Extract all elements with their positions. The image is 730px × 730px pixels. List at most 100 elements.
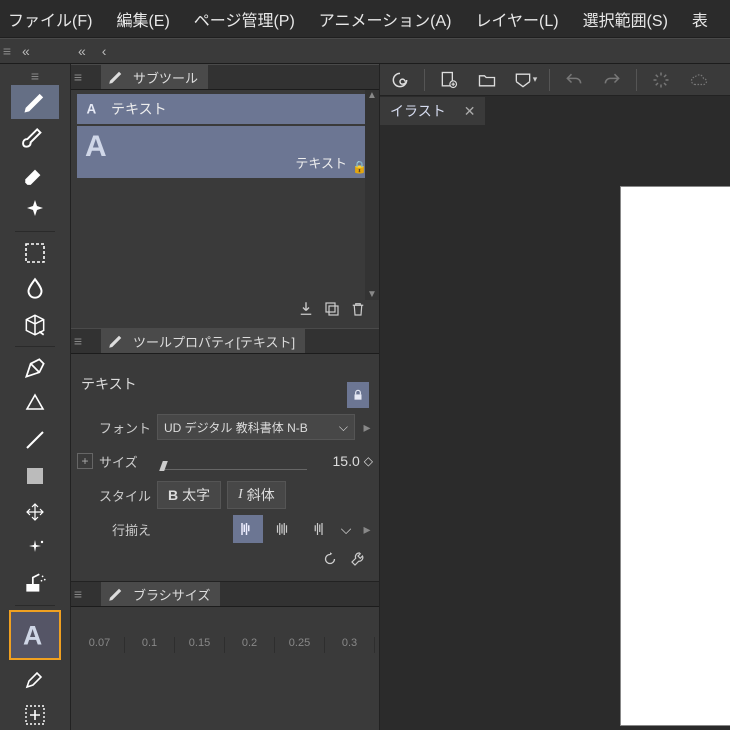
size-stepper-icon[interactable]: ◇ xyxy=(364,454,373,468)
menu-layer[interactable]: レイヤー(L) xyxy=(476,7,559,31)
canvas-page[interactable] xyxy=(620,186,730,726)
brush-size-tab[interactable]: ブラシサイズ xyxy=(101,582,220,606)
brush-tick-0[interactable]: 0.07 xyxy=(75,637,125,653)
brush-handle-icon[interactable]: ≡ xyxy=(71,586,85,602)
subtool-tab-label: サブツール xyxy=(133,68,198,87)
font-label: フォント xyxy=(77,418,151,437)
collapse-left-icon[interactable]: « xyxy=(14,43,70,59)
align-expand-icon[interactable]: ▸ xyxy=(361,521,373,538)
subtool-panel-header: ≡ サブツール xyxy=(71,64,379,90)
property-lock-button[interactable] xyxy=(347,382,369,408)
tool-property-body: テキスト フォント UD デジタル 教科書体 N-B ⌵ ▸ + サイズ 15.… xyxy=(71,354,379,581)
brush-tool[interactable] xyxy=(11,121,59,155)
redo-icon[interactable] xyxy=(598,67,626,93)
subtool-tab[interactable]: サブツール xyxy=(101,65,208,89)
marquee-tool[interactable] xyxy=(11,236,59,270)
align-center-button[interactable] xyxy=(267,515,297,543)
style-label: スタイル xyxy=(77,486,151,505)
italic-button-label: 斜体 xyxy=(247,485,275,505)
size-slider[interactable] xyxy=(161,452,307,470)
dock-handle-icon[interactable]: ≡ xyxy=(0,43,14,59)
trash-icon[interactable] xyxy=(349,300,367,321)
line-tool[interactable] xyxy=(11,423,59,457)
collapse-panels-icon[interactable]: « xyxy=(70,43,94,59)
menu-file[interactable]: ファイル(F) xyxy=(8,7,92,31)
swirl-icon[interactable] xyxy=(386,67,414,93)
align-more-button[interactable]: ⌵ xyxy=(335,515,357,543)
subtool-group-label: テキスト xyxy=(111,99,167,119)
brush-size-scale[interactable]: 0.07 0.1 0.15 0.2 0.25 0.3 xyxy=(71,607,379,653)
collapse-one-icon[interactable]: ‹ xyxy=(94,43,115,59)
ruler-tool[interactable] xyxy=(11,495,59,529)
chevron-down-icon: ⌵ xyxy=(339,420,348,435)
align-right-button[interactable] xyxy=(301,515,331,543)
property-panels-column: ≡ サブツール A テキスト A テキスト 🔒 xyxy=(70,64,380,730)
align-left-button[interactable] xyxy=(233,515,263,543)
svg-text:A: A xyxy=(87,102,97,117)
wrench-icon[interactable] xyxy=(349,550,367,571)
brush-tick-2[interactable]: 0.15 xyxy=(175,637,225,653)
decoration-tool[interactable] xyxy=(11,193,59,227)
save-icon[interactable]: ▾ xyxy=(511,67,539,93)
new-file-icon[interactable] xyxy=(435,67,463,93)
font-select[interactable]: UD デジタル 教科書体 N-B ⌵ xyxy=(157,414,355,440)
nib-pen-tool[interactable] xyxy=(11,351,59,385)
pen-tool[interactable] xyxy=(11,85,59,119)
brush-tick-4[interactable]: 0.25 xyxy=(275,637,325,653)
cloud-icon[interactable] xyxy=(685,67,713,93)
menu-animation[interactable]: アニメーション(A) xyxy=(319,7,452,31)
brush-tick-3[interactable]: 0.2 xyxy=(225,637,275,653)
subtool-panel-body: A テキスト A テキスト 🔒 ▲ ▼ xyxy=(71,90,379,328)
menu-view[interactable]: 表 xyxy=(692,7,708,31)
3d-tool[interactable] xyxy=(11,308,59,342)
brush-tick-1[interactable]: 0.1 xyxy=(125,637,175,653)
document-tab-label: イラスト xyxy=(390,101,446,121)
eraser-tool[interactable] xyxy=(11,157,59,191)
text-tool[interactable]: A xyxy=(9,610,61,660)
tool-palette: ≡ xyxy=(0,64,70,730)
italic-button[interactable]: I斜体 xyxy=(227,481,286,509)
subtool-scrollbar[interactable]: ▲ ▼ xyxy=(365,90,379,300)
bold-button[interactable]: B太字 xyxy=(157,481,221,509)
tool-property-title: テキスト xyxy=(81,374,137,394)
subtool-handle-icon[interactable]: ≡ xyxy=(71,69,85,85)
bold-button-label: 太字 xyxy=(182,485,210,505)
reset-icon[interactable] xyxy=(321,550,339,571)
subtool-group-header[interactable]: A テキスト xyxy=(77,94,373,124)
document-tab[interactable]: イラスト ✕ xyxy=(380,97,485,125)
download-icon[interactable] xyxy=(297,300,315,321)
menu-page[interactable]: ページ管理(P) xyxy=(194,7,295,31)
scroll-up-icon[interactable]: ▲ xyxy=(367,90,377,101)
font-expand-icon[interactable]: ▸ xyxy=(361,419,373,436)
shape-tool[interactable] xyxy=(11,459,59,493)
more-tool[interactable] xyxy=(11,698,59,730)
brush-size-panel-header: ≡ ブラシサイズ xyxy=(71,581,379,607)
tool-property-panel-header: ≡ ツールプロパティ[テキスト] xyxy=(71,328,379,354)
size-expand-toggle[interactable]: + xyxy=(77,453,93,469)
palette-handle-icon[interactable]: ≡ xyxy=(28,68,42,84)
menu-select[interactable]: 選択範囲(S) xyxy=(583,7,668,31)
svg-text:A: A xyxy=(23,620,42,650)
dock-toolbar: ≡ « « ‹ xyxy=(0,38,730,64)
eyedropper-tool[interactable] xyxy=(11,662,59,696)
size-value[interactable]: 15.0 xyxy=(333,453,360,469)
bucket-tool[interactable] xyxy=(11,272,59,306)
brush-tick-5[interactable]: 0.3 xyxy=(325,637,375,653)
tool-property-tab-icon xyxy=(105,332,127,350)
tool-property-tab[interactable]: ツールプロパティ[テキスト] xyxy=(101,329,305,353)
font-select-value: UD デジタル 教科書体 N-B xyxy=(164,419,308,436)
undo-icon[interactable] xyxy=(560,67,588,93)
brush-size-body: 0.07 0.1 0.15 0.2 0.25 0.3 xyxy=(71,607,379,653)
duplicate-icon[interactable] xyxy=(323,300,341,321)
blend-tool[interactable] xyxy=(11,387,59,421)
canvas-area[interactable] xyxy=(380,126,730,730)
airbrush-tool[interactable] xyxy=(11,567,59,601)
tool-property-handle-icon[interactable]: ≡ xyxy=(71,333,85,349)
close-tab-icon[interactable]: ✕ xyxy=(464,103,476,120)
subtool-item-text[interactable]: A テキスト 🔒 xyxy=(77,126,373,178)
palette-separator-2 xyxy=(15,346,55,347)
open-folder-icon[interactable] xyxy=(473,67,501,93)
scroll-down-icon[interactable]: ▼ xyxy=(367,289,377,300)
sparkle-tool[interactable] xyxy=(11,531,59,565)
menu-edit[interactable]: 編集(E) xyxy=(116,7,169,31)
